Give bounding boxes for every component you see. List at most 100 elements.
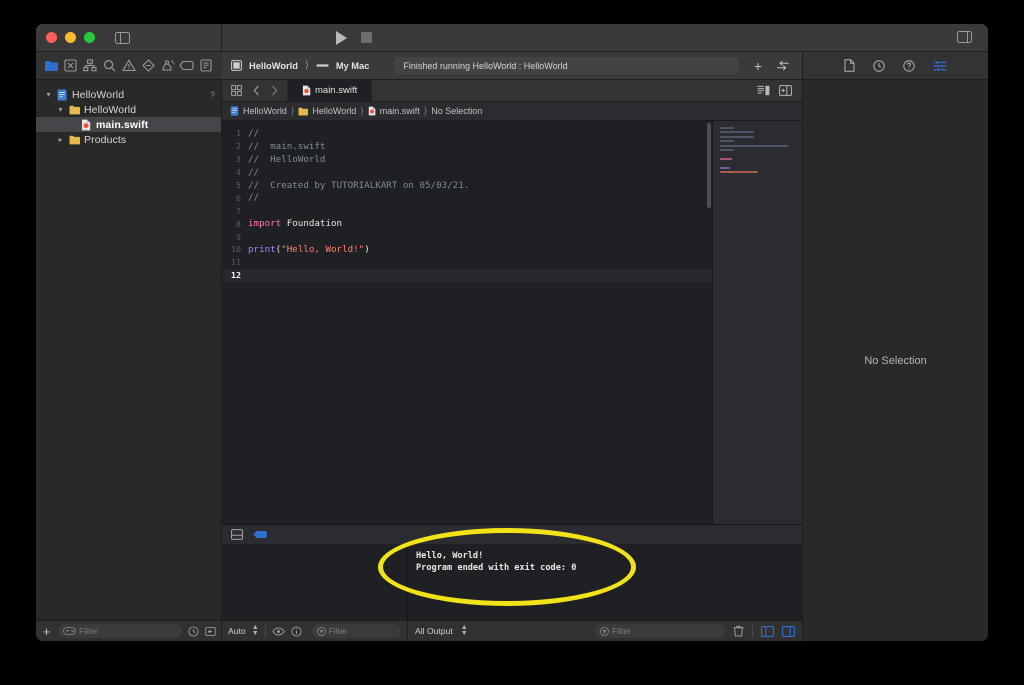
scheme-name[interactable]: HelloWorld <box>249 61 298 71</box>
info-icon[interactable] <box>291 625 302 637</box>
debug-flag-icon[interactable] <box>253 530 268 539</box>
source-control-navigator-icon[interactable] <box>63 58 78 73</box>
project-tree[interactable]: ▾ HelloWorld ? ▾ HelloWorld main.swift ▸… <box>36 80 221 620</box>
code-scroll-region[interactable]: 1 // 2 // main.swift 3 // HelloWorld 4 // 5 // Cr… <box>222 121 712 524</box>
line-number: 6 <box>236 192 241 203</box>
code-line[interactable]: 4 // <box>222 166 712 179</box>
breadcrumb[interactable]: HelloWorld ⟩ HelloWorld ⟩ main.swift ⟩ N… <box>222 102 802 121</box>
project-help-badge[interactable]: ? <box>210 90 215 100</box>
go-forward-chevron-icon[interactable] <box>271 85 278 96</box>
show-console-pane-icon[interactable] <box>782 625 795 637</box>
sidebar-toggle-icon[interactable] <box>115 31 130 44</box>
code-line[interactable]: 11 <box>222 256 712 269</box>
console-scope-stepper-icon[interactable]: ▲ ▼ <box>461 624 468 637</box>
inspector-tab-bar[interactable] <box>803 52 988 80</box>
line-number: 11 <box>231 257 241 268</box>
console-controls: All Output ▲ ▼ Filter <box>408 621 802 641</box>
history-inspector-icon[interactable] <box>873 59 885 72</box>
code-line[interactable]: 2 // main.swift <box>222 140 712 153</box>
line-number: 9 <box>236 231 241 242</box>
code-line[interactable]: 1 // <box>222 127 712 140</box>
attributes-inspector-icon[interactable] <box>933 59 947 72</box>
navigator-tab-bar[interactable] <box>36 52 222 80</box>
zoom-button-icon[interactable] <box>84 32 95 43</box>
breadcrumb-separator: ⟩ <box>423 105 428 116</box>
quick-help-inspector-icon[interactable] <box>903 59 915 72</box>
file-inspector-icon[interactable] <box>844 59 855 72</box>
trash-icon[interactable] <box>733 625 744 637</box>
breadcrumb-item-2[interactable]: main.swift <box>380 106 420 116</box>
breakpoint-navigator-icon[interactable] <box>179 58 195 73</box>
destination-name[interactable]: My Mac <box>336 61 370 71</box>
breadcrumb-separator: ⟩ <box>360 105 364 116</box>
code-line[interactable]: 9 <box>222 230 712 243</box>
navigator-filter-input[interactable]: Filter <box>58 624 182 638</box>
code-line[interactable]: 12 <box>222 268 712 282</box>
line-number: 8 <box>236 218 241 229</box>
console-scope-label[interactable]: All Output <box>415 626 453 636</box>
inspector-toggle-icon[interactable] <box>957 31 972 43</box>
disclosure-triangle-icon[interactable]: ▾ <box>56 105 65 114</box>
disclosure-triangle-icon[interactable]: ▸ <box>56 135 65 144</box>
code-line[interactable]: 3 // HelloWorld <box>222 153 712 166</box>
related-items-icon[interactable] <box>231 85 242 96</box>
toggle-console-icon[interactable] <box>231 529 243 540</box>
add-editor-button[interactable]: + <box>750 59 766 73</box>
code-line[interactable]: 6 // <box>222 191 712 204</box>
minimize-button-icon[interactable] <box>65 32 76 43</box>
editor-tab-label: main.swift <box>315 85 358 96</box>
recent-files-clock-icon[interactable] <box>188 625 199 637</box>
editor-tab-main-swift[interactable]: main.swift <box>287 80 373 101</box>
breadcrumb-item-0[interactable]: HelloWorld <box>243 106 287 116</box>
xcode-project-icon <box>230 106 239 116</box>
go-back-chevron-icon[interactable] <box>253 85 260 96</box>
debug-navigator-icon[interactable] <box>160 58 175 73</box>
variables-scope-stepper-icon[interactable]: ▲ ▼ <box>252 624 259 637</box>
variables-filter-input[interactable]: Filter <box>311 624 401 638</box>
editor-minimap[interactable] <box>712 121 802 524</box>
library-arrow-icon[interactable] <box>773 60 793 71</box>
code-line[interactable]: 8 import Foundation <box>222 217 712 230</box>
debug-bar <box>222 524 802 544</box>
tree-item-main-swift[interactable]: main.swift <box>36 117 221 132</box>
minimap-line <box>720 127 734 129</box>
add-file-button[interactable]: + <box>41 625 52 638</box>
stop-button[interactable] <box>361 32 372 43</box>
activity-status-text: Finished running HelloWorld : HelloWorld <box>403 60 568 71</box>
breadcrumb-item-1[interactable]: HelloWorld <box>312 106 356 116</box>
report-navigator-icon[interactable] <box>199 58 214 73</box>
code-lines[interactable]: 1 // 2 // main.swift 3 // HelloWorld 4 // 5 // Cr… <box>222 127 712 282</box>
eye-icon[interactable] <box>271 627 285 636</box>
variables-view[interactable] <box>222 544 408 620</box>
window-controls[interactable] <box>46 32 95 43</box>
issue-navigator-icon[interactable] <box>121 58 136 73</box>
add-editor-split-icon[interactable] <box>779 85 792 96</box>
scheme-app-icon[interactable] <box>231 60 242 71</box>
editor-vertical-scrollbar[interactable] <box>707 123 711 208</box>
symbol-navigator-icon[interactable] <box>83 58 98 73</box>
code-line[interactable]: 7 <box>222 204 712 217</box>
tab-bar-spacer <box>372 80 747 101</box>
minimap-toggle-icon[interactable] <box>757 85 770 96</box>
tree-item-helloworld-project[interactable]: ▾ HelloWorld ? <box>36 87 221 102</box>
source-control-filter-icon[interactable] <box>205 626 216 637</box>
console-output[interactable]: Hello, World! Program ended with exit co… <box>408 544 802 620</box>
minimap-line <box>720 131 754 134</box>
tree-item-products[interactable]: ▸ Products <box>36 132 221 147</box>
disclosure-triangle-icon[interactable]: ▾ <box>44 90 53 99</box>
close-button-icon[interactable] <box>46 32 57 43</box>
show-variables-pane-icon[interactable] <box>761 625 774 637</box>
breadcrumb-item-3[interactable]: No Selection <box>431 106 482 116</box>
code-line[interactable]: 10 print("Hello, World!") <box>222 243 712 256</box>
tree-item-helloworld-folder[interactable]: ▾ HelloWorld <box>36 102 221 117</box>
divider <box>752 625 753 637</box>
test-navigator-icon[interactable] <box>141 58 156 73</box>
project-navigator-icon[interactable] <box>44 58 59 73</box>
console-filter-input[interactable]: Filter <box>595 624 725 638</box>
code-line[interactable]: 5 // Created by TUTORIALKART on 05/03/21. <box>222 179 712 192</box>
variables-scope-label[interactable]: Auto <box>228 626 246 636</box>
code-editor[interactable]: 1 // 2 // main.swift 3 // HelloWorld 4 // 5 // Cr… <box>222 121 802 524</box>
find-navigator-icon[interactable] <box>102 58 117 73</box>
title-bar-left <box>36 24 222 51</box>
run-button[interactable] <box>336 30 347 45</box>
